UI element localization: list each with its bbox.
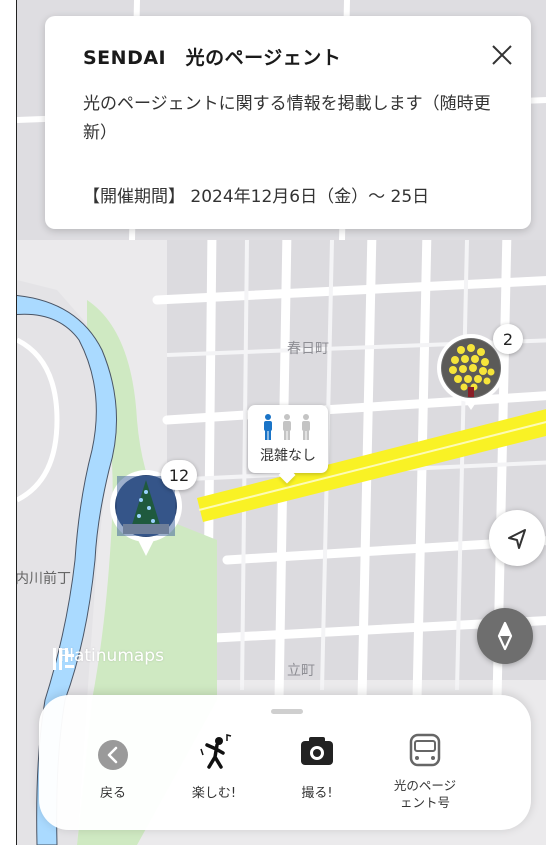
dancing-person-icon — [200, 734, 232, 769]
crowd-status-label: 混雑なし — [260, 448, 316, 464]
crowd-level-icon — [264, 414, 310, 440]
camera-icon — [301, 737, 333, 765]
map-label-uchikawa: 内川前丁 — [16, 571, 71, 587]
event-info-card: SENDAI 光のページェント 光のページェントに関する情報を掲載します（随時更… — [45, 16, 531, 229]
current-location-button[interactable] — [489, 510, 545, 566]
photo-cluster-count-badge: 12 — [161, 460, 197, 490]
shoot-button[interactable]: 撮る! — [285, 733, 349, 813]
platinumaps-logo-icon — [53, 648, 74, 670]
bus-button[interactable]: 光のページェント号 — [379, 733, 471, 823]
close-card-button[interactable] — [485, 38, 519, 72]
bottom-navigation-sheet: 戻る 楽しむ! 撮る! 光のページェント号 — [39, 695, 531, 830]
photo-cluster-marker[interactable]: 12 — [109, 460, 197, 560]
compass-button[interactable] — [477, 608, 533, 664]
compass-icon — [497, 621, 513, 651]
crowd-status-callout[interactable]: 混雑なし — [248, 405, 328, 484]
map-label-kasugamachi: 春日町 — [287, 341, 329, 357]
event-period: 【開催期間】 2024年12月6日（金）～ 25日 — [83, 187, 430, 207]
back-label: 戻る — [99, 786, 126, 801]
enjoy-label: 楽しむ! — [191, 786, 237, 801]
event-title: SENDAI 光のページェント — [83, 47, 342, 69]
bus-label: 光のページェント号 — [393, 778, 457, 810]
platinumaps-watermark: Platinumaps — [51, 646, 164, 670]
tree-cluster-count-badge: 2 — [493, 324, 523, 354]
app-frame: 春日町 内川前丁 立町 2 12 混雑なし Platinumaps SENDAI… — [16, 0, 546, 845]
shoot-label: 撮る! — [301, 786, 333, 801]
event-description: 光のページェントに関する情報を掲載します（随時更新） — [83, 94, 491, 143]
navigation-arrow-icon — [508, 529, 526, 549]
back-button[interactable]: 戻る — [83, 733, 143, 813]
tree-cluster-marker[interactable]: 2 — [433, 324, 523, 416]
enjoy-button[interactable]: 楽しむ! — [179, 733, 249, 813]
back-chevron-icon — [98, 740, 128, 770]
sheet-drag-handle[interactable] — [271, 709, 303, 714]
close-icon — [492, 45, 512, 65]
bus-icon — [409, 733, 441, 767]
map-label-tachimachi: 立町 — [287, 663, 315, 679]
